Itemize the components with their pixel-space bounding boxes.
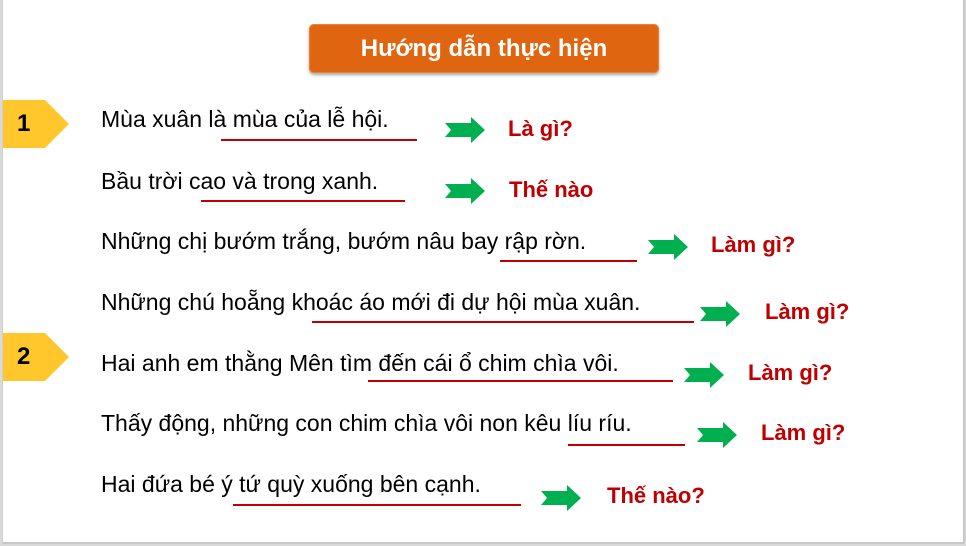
sentence-text: Những chị bướm trắng, bướm nâu bay rập r… [101, 228, 587, 254]
slide: Hướng dẫn thực hiện 1 2 Mùa xuân là mùa … [2, 0, 965, 544]
sentence-row: Những chị bướm trắng, bướm nâu bay rập r… [3, 228, 963, 272]
sentence-row: Hai anh em thằng Mên tìm đến cái ổ chim … [3, 350, 963, 394]
right-arrow-icon [648, 234, 688, 260]
underline [500, 260, 637, 262]
answer-label: Thế nào [509, 177, 594, 202]
sentence-row: Hai đứa bé ý tứ quỳ xuống bên cạnh. Thế … [3, 471, 963, 515]
underline [201, 200, 405, 202]
underline [368, 380, 673, 382]
right-arrow-icon [445, 178, 485, 204]
answer-label: Làm gì? [748, 360, 833, 385]
right-arrow-icon [541, 485, 581, 511]
answer-label: Làm gì? [711, 232, 796, 257]
answer-label: Thế nào? [607, 483, 705, 508]
sentence-text: Bầu trời cao và trong xanh. [101, 168, 379, 194]
right-arrow-icon [445, 117, 485, 143]
sentence-row: Bầu trời cao và trong xanh. Thế nào [3, 168, 963, 212]
title-banner: Hướng dẫn thực hiện [309, 24, 659, 73]
right-arrow-icon [684, 362, 724, 388]
sentence-text: Hai đứa bé ý tứ quỳ xuống bên cạnh. [101, 471, 481, 497]
title-text: Hướng dẫn thực hiện [360, 34, 608, 62]
sentence-text: Hai anh em thằng Mên tìm đến cái ổ chim … [101, 350, 619, 376]
answer-label: Là gì? [508, 116, 573, 141]
right-arrow-icon [700, 301, 740, 327]
sentence-text: Thấy động, những con chim chìa vôi non k… [101, 410, 632, 436]
answer-label: Làm gì? [761, 420, 846, 445]
underline [221, 139, 417, 141]
underline [568, 444, 685, 446]
sentence-row: Những chú hoẵng khoác áo mới đi dự hội m… [3, 289, 963, 333]
underline [312, 321, 694, 323]
sentence-row: Mùa xuân là mùa của lễ hội. Là gì? [3, 106, 963, 150]
sentence-text: Mùa xuân là mùa của lễ hội. [101, 106, 389, 132]
answer-label: Làm gì? [765, 299, 850, 324]
right-arrow-icon [697, 422, 737, 448]
sentence-text: Những chú hoẵng khoác áo mới đi dự hội m… [101, 289, 641, 315]
underline [233, 504, 521, 506]
sentence-row: Thấy động, những con chim chìa vôi non k… [3, 410, 963, 454]
